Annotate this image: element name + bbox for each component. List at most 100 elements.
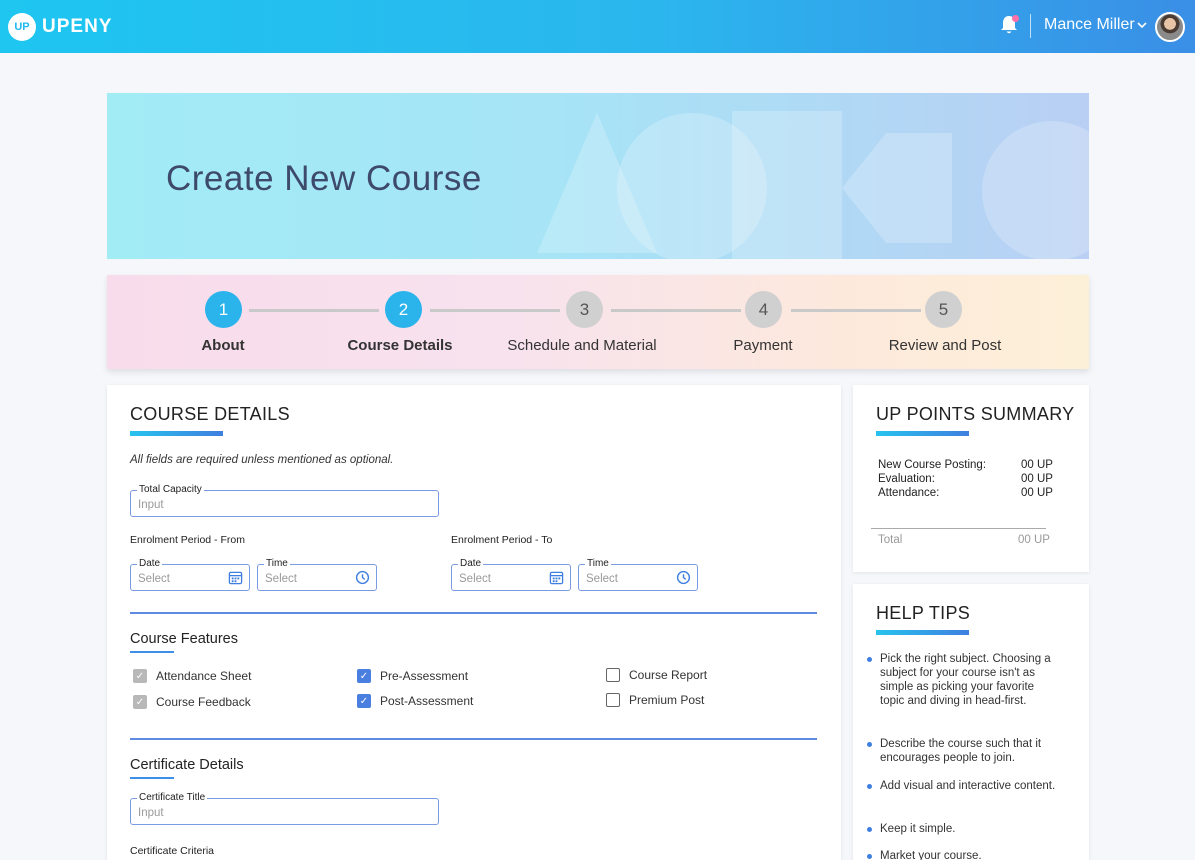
section-title: HELP TIPS	[876, 603, 971, 623]
title-underline	[876, 431, 969, 436]
summary-label: Attendance:	[878, 487, 940, 499]
field-label: Date	[137, 558, 163, 570]
hero-decoration	[842, 133, 952, 243]
step-1-circle[interactable]: 1	[205, 291, 242, 328]
course-details-card: COURSE DETAILS All fields are required u…	[107, 385, 841, 860]
step-4-circle[interactable]: 4	[745, 291, 782, 328]
notification-bell-icon[interactable]	[1000, 15, 1020, 37]
field-placeholder: Input	[138, 807, 164, 819]
certificate-details-title: Certificate Details	[130, 757, 244, 773]
notification-dot	[1012, 15, 1019, 22]
checkbox-box[interactable]: ✓	[357, 669, 371, 683]
summary-total-value: 00 UP	[1018, 534, 1050, 546]
step-5-circle[interactable]: 5	[925, 291, 962, 328]
logo-text: UPENY	[42, 16, 113, 37]
checkbox-label: Premium Post	[629, 693, 705, 707]
checkbox-label: Course Report	[629, 668, 708, 682]
step-connector	[249, 309, 379, 312]
checkbox-course-feedback[interactable]: ✓ Course Feedback	[133, 695, 251, 709]
field-label: Time	[264, 558, 290, 570]
checkbox-box[interactable]	[606, 693, 620, 707]
clock-icon[interactable]	[355, 570, 370, 585]
calendar-icon[interactable]	[228, 570, 243, 585]
checkbox-label: Pre-Assessment	[380, 669, 469, 683]
checkbox-attendance-sheet[interactable]: ✓ Attendance Sheet	[133, 669, 251, 683]
summary-value: 00 UP	[1021, 459, 1053, 471]
user-avatar[interactable]	[1155, 12, 1185, 42]
help-tip: Market your course.	[867, 849, 1060, 860]
total-capacity-input[interactable]: Total Capacity Input	[130, 484, 439, 517]
step-connector	[430, 309, 560, 312]
summary-row-attendance: Attendance: 00 UP	[878, 487, 1053, 499]
help-tip: Add visual and interactive content.	[867, 779, 1060, 793]
sub-title-underline	[130, 777, 174, 779]
field-placeholder: Select	[586, 573, 618, 585]
checkbox-course-report[interactable]: Course Report	[606, 668, 707, 682]
tip-text: Pick the right subject. Choosing a subje…	[880, 653, 1051, 707]
bullet-icon	[867, 657, 872, 662]
hero-decoration	[732, 111, 842, 259]
field-placeholder: Input	[138, 499, 164, 511]
chevron-down-icon[interactable]	[1137, 18, 1147, 32]
checkbox-label: Post-Assessment	[380, 694, 474, 708]
checkbox-pre-assessment[interactable]: ✓ Pre-Assessment	[357, 669, 468, 683]
tip-text: Add visual and interactive content.	[880, 780, 1056, 792]
tip-text: Keep it simple.	[880, 823, 956, 835]
summary-label: New Course Posting:	[878, 459, 987, 471]
course-features-title: Course Features	[130, 631, 238, 647]
bullet-icon	[867, 742, 872, 747]
step-2-circle[interactable]: 2	[385, 291, 422, 328]
step-5-label[interactable]: Review and Post	[845, 337, 1045, 354]
help-tip: Pick the right subject. Choosing a subje…	[867, 652, 1060, 708]
help-tip: Keep it simple.	[867, 822, 1060, 836]
summary-divider	[871, 528, 1046, 529]
clock-icon[interactable]	[676, 570, 691, 585]
page-title: Create New Course	[166, 159, 482, 198]
checkbox-premium-post[interactable]: Premium Post	[606, 693, 704, 707]
summary-label: Evaluation:	[878, 473, 935, 485]
certificate-criteria-label: Certificate Criteria	[130, 845, 215, 857]
certificate-title-input[interactable]: Certificate Title Input	[130, 792, 439, 825]
field-placeholder: Select	[459, 573, 491, 585]
help-tips-card: HELP TIPS Pick the right subject. Choosi…	[853, 584, 1089, 860]
up-points-summary-card: UP POINTS SUMMARY New Course Posting: 00…	[853, 385, 1089, 572]
enrolment-to-time-input[interactable]: Time Select	[578, 558, 698, 591]
user-name[interactable]: Mance Miller	[1044, 16, 1135, 34]
enrolment-to-date-input[interactable]: Date Select	[451, 558, 571, 591]
title-underline	[130, 431, 223, 436]
step-3-label[interactable]: Schedule and Material	[482, 337, 682, 354]
top-bar: UP UPENY Mance Miller	[0, 0, 1195, 53]
header-divider	[1030, 14, 1031, 38]
section-title: UP POINTS SUMMARY	[876, 404, 1075, 424]
field-label: Total Capacity	[137, 484, 204, 496]
enrolment-from-date-input[interactable]: Date Select	[130, 558, 250, 591]
checkbox-box[interactable]: ✓	[133, 695, 147, 709]
summary-total-label: Total	[878, 534, 903, 546]
app-logo[interactable]: UP UPENY	[8, 13, 112, 41]
checkbox-label: Attendance Sheet	[156, 669, 252, 683]
enrolment-from-time-input[interactable]: Time Select	[257, 558, 377, 591]
checkbox-box[interactable]: ✓	[357, 694, 371, 708]
calendar-icon[interactable]	[549, 570, 564, 585]
bullet-icon	[867, 784, 872, 789]
sub-title-underline	[130, 651, 174, 653]
help-tip: Describe the course such that it encoura…	[867, 737, 1060, 765]
field-label: Certificate Title	[137, 792, 208, 804]
tip-text: Describe the course such that it encoura…	[880, 738, 1042, 764]
summary-value: 00 UP	[1021, 473, 1053, 485]
step-1-label[interactable]: About	[123, 337, 323, 354]
section-divider	[130, 612, 817, 614]
enrolment-from-label: Enrolment Period - From	[130, 534, 245, 546]
summary-total-row: Total 00 UP	[878, 534, 1053, 546]
step-4-label[interactable]: Payment	[663, 337, 863, 354]
checkbox-box[interactable]: ✓	[133, 669, 147, 683]
step-2-label[interactable]: Course Details	[300, 337, 500, 354]
checkbox-post-assessment[interactable]: ✓ Post-Assessment	[357, 694, 473, 708]
field-placeholder: Select	[265, 573, 297, 585]
section-divider	[130, 738, 817, 740]
checkbox-box[interactable]	[606, 668, 620, 682]
step-3-circle[interactable]: 3	[566, 291, 603, 328]
summary-row-evaluation: Evaluation: 00 UP	[878, 473, 1053, 485]
field-label: Time	[585, 558, 611, 570]
summary-value: 00 UP	[1021, 487, 1053, 499]
